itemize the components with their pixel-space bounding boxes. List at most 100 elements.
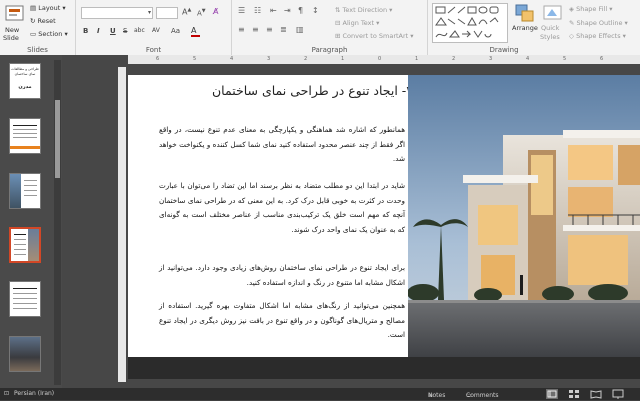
thumbnail-text-line <box>13 125 37 126</box>
chevron-down-icon: ▾ <box>62 30 68 38</box>
increase-indent-icon[interactable]: ⇥ <box>284 6 291 15</box>
decrease-indent-icon[interactable]: ⇤ <box>270 6 277 15</box>
thumbnail-photo <box>10 337 40 371</box>
convert-smartart-button[interactable]: ⊞ Convert to SmartArt ▾ <box>335 32 414 40</box>
bold-button[interactable]: B <box>83 27 88 35</box>
thumbnail-text-line <box>14 239 26 240</box>
slide-paragraph-2[interactable]: شاید در ابتدا این دو مطلب متضاد به نظر ب… <box>159 179 405 238</box>
slide-sorter-button[interactable] <box>568 389 580 399</box>
line-spacing-icon[interactable]: ↕ <box>312 6 319 15</box>
ruler-tick-label: 4 <box>230 56 234 62</box>
layout-icon: ▤ <box>30 4 39 12</box>
chevron-down-icon: ▾ <box>387 6 393 14</box>
thumbnail-accent-bar <box>10 146 40 149</box>
new-slide-label: New <box>5 26 20 34</box>
shape-outline-button[interactable]: ✎ Shape Outline ▾ <box>569 19 628 27</box>
building-facade-photo[interactable] <box>408 75 640 357</box>
decrease-font-icon[interactable]: A▼ <box>197 8 206 17</box>
text-direction-button[interactable]: ⇅ Text Direction ▾ <box>335 6 392 14</box>
thumbnail-text-line <box>13 303 37 304</box>
chevron-down-icon: ▾ <box>60 4 66 12</box>
italic-button[interactable]: I <box>97 27 100 35</box>
underline-button[interactable]: U <box>110 27 116 35</box>
shapes-gallery[interactable] <box>432 3 508 43</box>
slide-thumbnail-4-selected[interactable] <box>9 227 41 263</box>
layout-button[interactable]: ▤ Layout ▾ <box>30 4 66 12</box>
accessibility-icon[interactable]: ⊡ <box>4 390 9 397</box>
section-label: Section <box>38 30 63 38</box>
language-indicator[interactable]: Persian (Iran) <box>14 390 54 397</box>
paragraph-group-label: Paragraph <box>311 46 348 54</box>
align-right-icon[interactable]: ≡ <box>266 25 273 34</box>
increase-font-icon[interactable]: A▲ <box>182 7 191 17</box>
text-direction-label: Text Direction <box>342 6 388 14</box>
font-color-button[interactable]: A <box>191 26 200 37</box>
slide-paragraph-3a[interactable]: برای ایجاد تنوع در طراحی نمای ساختمان رو… <box>159 261 405 290</box>
slide-canvas[interactable]: ۲- ایجاد تنوع در طراحی نمای ساختمان همان… <box>128 75 640 357</box>
thumbnail-text-line <box>13 308 37 309</box>
chevron-down-icon: ▾ <box>607 5 613 13</box>
align-center-icon[interactable]: ≡ <box>252 25 259 34</box>
align-text-button[interactable]: ⊟ Align Text ▾ <box>335 19 379 27</box>
slide-thumbnail-6[interactable] <box>9 336 41 372</box>
clear-format-icon[interactable]: A̸ <box>213 7 218 16</box>
rtl-icon[interactable]: ¶ <box>298 6 303 15</box>
quick-styles-button[interactable]: Quick Styles <box>540 3 566 45</box>
reading-view-icon <box>590 390 602 399</box>
section-button[interactable]: ▭ Section ▾ <box>30 30 68 38</box>
ruler-tick-label: 6 <box>600 56 604 62</box>
ruler-tick-label: 3 <box>489 56 493 62</box>
shape-fill-button[interactable]: ◈ Shape Fill ▾ <box>569 5 613 13</box>
thumbnail-text-line <box>14 244 26 245</box>
slide-thumbnail-1[interactable]: طراحی و مطالعات نمای ساختمان مدرن <box>9 63 41 99</box>
reading-view-button[interactable] <box>590 389 602 399</box>
arrange-button[interactable]: Arrange <box>512 3 538 45</box>
strikethrough-button[interactable]: S <box>123 27 127 35</box>
slide-thumbnails-panel[interactable]: طراحی و مطالعات نمای ساختمان مدرن <box>0 55 62 388</box>
convert-smartart-label: Convert to SmartArt <box>342 32 409 40</box>
font-name-dropdown-icon[interactable]: ▾ <box>148 9 151 16</box>
normal-view-button[interactable] <box>546 389 558 399</box>
quick-styles-icon <box>543 5 562 20</box>
bullets-icon[interactable]: ☰ <box>238 6 245 15</box>
slide-sorter-icon <box>569 390 579 398</box>
layout-label: Layout <box>38 4 61 12</box>
thumbnails-scrollbar-thumb[interactable] <box>55 100 60 178</box>
shape-effects-button[interactable]: ◇ Shape Effects ▾ <box>569 32 626 40</box>
font-size-select[interactable] <box>156 7 178 19</box>
char-spacing-button[interactable]: AV <box>152 27 160 34</box>
thumbnails-scrollbar[interactable] <box>54 60 61 385</box>
pen-icon: ✎ <box>569 19 577 27</box>
reset-button[interactable]: ↻ Reset <box>30 17 56 25</box>
notes-label: Notes <box>428 392 446 399</box>
slide-thumbnail-5[interactable] <box>9 281 41 317</box>
align-left-icon[interactable]: ≡ <box>238 25 245 34</box>
shape-effects-label: Shape Effects <box>576 32 621 40</box>
new-slide-button[interactable]: New Slide <box>3 2 27 44</box>
columns-icon[interactable]: ▥ <box>296 25 304 34</box>
slides-group: New Slide ▤ Layout ▾ ↻ Reset ▭ Section ▾… <box>0 0 76 55</box>
slide-thumbnail-2[interactable] <box>9 118 41 154</box>
ruler-tick-label: 1 <box>415 56 419 62</box>
slide-paragraph-1[interactable]: همانطور که اشاره شد هماهنگی و یکپارچگی ب… <box>159 123 405 167</box>
slideshow-icon <box>612 389 624 399</box>
justify-icon[interactable]: ≣ <box>280 25 287 34</box>
arrange-label: Arrange <box>512 24 538 32</box>
thumbnail-text-line <box>14 254 26 255</box>
slide-paragraph-3b[interactable]: همچنین می‌توانید از رنگ‌های مشابه اما اش… <box>159 299 405 343</box>
align-text-icon: ⊟ <box>335 19 343 27</box>
chevron-down-icon: ▾ <box>408 32 414 40</box>
ruler-tick-label: 5 <box>563 56 567 62</box>
notes-area-divider[interactable] <box>128 357 640 379</box>
numbering-icon[interactable]: ☷ <box>254 6 261 15</box>
shadow-button[interactable]: abc <box>134 27 145 34</box>
change-case-button[interactable]: Aa <box>171 27 180 35</box>
slideshow-button[interactable] <box>612 389 624 399</box>
slide-thumbnail-3[interactable] <box>9 173 41 209</box>
status-bar: ⊡ Persian (Iran) ≡ Notes ▭ Comments <box>0 388 640 400</box>
quick-styles-label: Quick <box>541 24 560 32</box>
font-name-select[interactable] <box>81 7 153 19</box>
thumbnail-text-line <box>24 180 37 181</box>
slide-title[interactable]: ۲- ایجاد تنوع در طراحی نمای ساختمان <box>143 83 413 98</box>
ribbon: New Slide ▤ Layout ▾ ↻ Reset ▭ Section ▾… <box>0 0 640 56</box>
